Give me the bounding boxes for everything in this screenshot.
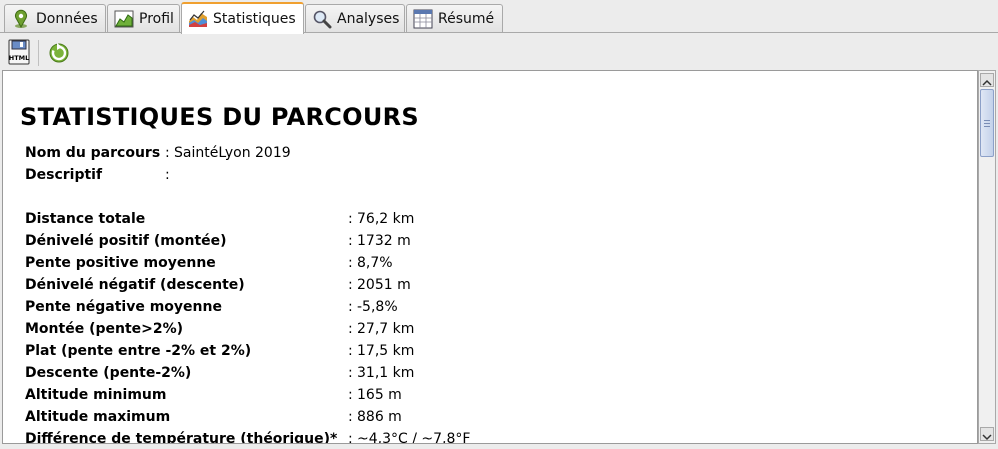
row-colon: : (348, 343, 353, 359)
row-label: Nom du parcours (25, 145, 161, 161)
row-value: 2051 m (357, 277, 411, 293)
row-label: Distance totale (25, 211, 146, 227)
calendar-table-icon (413, 9, 433, 29)
tab-profil[interactable]: Profil (107, 4, 180, 32)
row-label: Altitude maximum (25, 409, 171, 425)
row-label: Plat (pente entre -2% et 2%) (25, 343, 252, 359)
row-colon: : (348, 299, 353, 315)
row-label: Dénivelé positif (montée) (25, 233, 227, 249)
tab-label: Résumé (438, 10, 495, 27)
row-colon: : (348, 277, 353, 293)
tab-label: Statistiques (213, 11, 296, 27)
row-label: Pente positive moyenne (25, 255, 216, 271)
row-colon: : (348, 409, 353, 425)
scroll-up-button[interactable] (980, 73, 994, 87)
row-colon: : (348, 211, 353, 227)
row-value: 1732 m (357, 233, 411, 249)
tab-label: Analyses (337, 10, 400, 27)
row-value: 8,7% (357, 255, 393, 271)
scroll-down-button[interactable] (980, 427, 994, 441)
row-label: Descriptif (25, 167, 103, 183)
html-label: HTML (9, 54, 29, 62)
map-pin-icon (11, 9, 31, 29)
report-title: STATISTIQUES DU PARCOURS (20, 103, 419, 131)
row-value: 27,7 km (357, 321, 415, 337)
magnifier-icon (312, 9, 332, 29)
row-label: Pente négative moyenne (25, 299, 222, 315)
tab-statistiques[interactable]: Statistiques (181, 2, 304, 34)
row-label: Dénivelé négatif (descente) (25, 277, 245, 293)
row-colon: : (165, 167, 170, 183)
scroll-thumb[interactable] (980, 89, 994, 157)
tab-analyses[interactable]: Analyses (305, 4, 405, 32)
tab-donnees[interactable]: Données (4, 4, 106, 32)
profile-chart-icon (114, 9, 134, 29)
refresh-button[interactable] (44, 37, 74, 67)
row-colon: : (348, 431, 353, 444)
row-value: ~4,3°C / ~7,8°F (357, 431, 471, 444)
html-export-icon: HTML (8, 39, 30, 65)
tab-label: Profil (139, 10, 174, 27)
row-colon: : (165, 145, 170, 161)
tab-divider (0, 32, 998, 33)
row-value: 17,5 km (357, 343, 415, 359)
statistics-chart-icon (188, 9, 208, 29)
row-colon: : (348, 365, 353, 381)
row-value: 165 m (357, 387, 402, 403)
row-value: 886 m (357, 409, 402, 425)
row-label: Altitude minimum (25, 387, 167, 403)
tab-label: Données (36, 10, 98, 27)
vertical-scrollbar[interactable] (978, 70, 996, 444)
arrow-down-icon (982, 434, 992, 441)
refresh-icon (49, 43, 69, 63)
row-label: Montée (pente>2%) (25, 321, 184, 337)
row-colon: : (348, 321, 353, 337)
arrow-up-icon (982, 79, 992, 86)
row-colon: : (348, 255, 353, 271)
row-colon: : (348, 387, 353, 403)
toolbar: HTML (0, 34, 998, 70)
row-colon: : (348, 233, 353, 249)
row-value: 31,1 km (357, 365, 415, 381)
row-label: Différence de température (théorique)* (25, 431, 338, 444)
toolbar-separator (38, 40, 39, 66)
row-value: SaintéLyon 2019 (174, 145, 291, 161)
row-label: Descente (pente-2%) (25, 365, 192, 381)
row-value: -5,8% (357, 299, 398, 315)
tab-resume[interactable]: Résumé (406, 4, 503, 32)
export-html-button[interactable]: HTML (4, 37, 34, 67)
tab-bar: Données Profil Statistiques Analyses Rés… (0, 0, 998, 34)
report-panel: STATISTIQUES DU PARCOURS Nom du parcours… (2, 70, 978, 444)
row-value: 76,2 km (357, 211, 415, 227)
